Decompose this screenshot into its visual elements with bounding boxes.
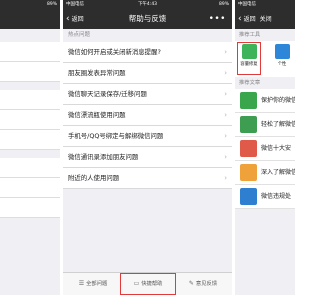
settings-list [0,29,60,295]
highlight-box [120,273,176,295]
question-text: 微信漂流瓶使用问题 [68,111,126,119]
question-text: 朋友圈发表异常问题 [68,69,126,77]
chevron-right-icon: › [224,111,227,119]
article-item[interactable]: 深入了解微信 [235,161,295,185]
section-title: 推荐文章 [239,80,261,86]
person-icon [240,188,257,205]
list-item[interactable] [0,42,60,62]
question-item[interactable]: 微信通讯录添加朋友问题 › [63,147,232,168]
article-item[interactable]: 轻松了解微信 [235,113,295,137]
left-phone-screen: 89% [0,0,60,295]
status-bar: 中国电信 [235,0,295,9]
battery-level: 89% [46,2,57,7]
more-options-icon[interactable]: ••• [209,9,226,29]
nav-bar: ‹ 返回 关闭 [235,9,295,29]
chevron-right-icon: › [224,153,227,161]
battery-level: 89% [218,2,229,7]
question-item[interactable]: 朋友圈发表异常问题 › [63,63,232,84]
list-item[interactable] [0,90,60,110]
chevron-left-icon: ‹ [238,14,242,24]
tool-label: 个性 [277,62,287,67]
tab-label: 全部问题 [86,281,108,287]
back-button[interactable]: ‹ 返回 关闭 [238,9,272,29]
list-item[interactable] [0,158,60,178]
quick-help-screen: 中国电信 ‹ 返回 关闭 推荐工具 容量修复 个性 推荐文章 保护你的微信 轻松了解… [235,0,295,295]
tool-item[interactable]: 个性 [271,44,293,67]
gift-icon [240,140,257,157]
recommended-content: 推荐工具 容量修复 个性 推荐文章 保护你的微信 轻松了解微信 微信十大安 深入… [235,29,295,209]
article-title: 保护你的微信 [261,97,295,104]
question-item[interactable]: 附近的人使用问题 › [63,168,232,189]
list-item[interactable] [0,198,60,218]
status-time: 下午4:43 [137,2,158,7]
carrier-label: 中国电信 [238,2,256,7]
section-title: 热点问题 [63,29,232,42]
article-item[interactable]: 微信十大安 [235,137,295,161]
close-button[interactable]: 关闭 [260,16,272,23]
question-text: 附近的人使用问题 [68,174,120,182]
grid-icon [240,116,257,133]
tools-panel: 容量修复 个性 [235,41,295,77]
article-item[interactable]: 保护你的微信 [235,89,295,113]
question-item[interactable]: 微信如何开启或关闭新消息提醒? › [63,42,232,63]
question-item[interactable]: 手机号/QQ号绑定与解绑微信问题 › [63,126,232,147]
section-title: 推荐工具 [239,32,261,38]
highlight-box [237,42,261,75]
chevron-right-icon: › [224,69,227,77]
page-title: 帮助与反馈 [128,14,167,23]
chevron-right-icon: › [224,174,227,182]
chevron-right-icon: › [224,48,227,56]
list-item[interactable] [0,178,60,198]
chevron-right-icon: › [224,132,227,140]
list-item[interactable] [0,110,60,130]
tab-all-questions[interactable]: ☰ 全部问题 [67,273,119,295]
question-text: 微信聊天记录保存/迁移问题 [68,90,147,98]
question-item[interactable]: 微信漂流瓶使用问题 › [63,105,232,126]
question-text: 微信通讯录添加朋友问题 [68,153,139,161]
edit-icon: ✎ [188,280,194,287]
question-text: 微信如何开启或关闭新消息提醒? [68,48,161,56]
shield-icon [240,92,257,109]
screenshot-stage: 89% 中国电信 下午4:43 89% ‹ 返回 帮助与反馈 ••• 热点问题 … [0,0,295,295]
nav-bar [0,9,60,29]
list-item[interactable] [0,130,60,150]
tab-feedback[interactable]: ✎ 意见反馈 [177,273,229,295]
question-text: 手机号/QQ号绑定与解绑微信问题 [68,132,164,140]
article-title: 微信违规处 [261,193,292,200]
help-feedback-screen: 中国电信 下午4:43 89% ‹ 返回 帮助与反馈 ••• 热点问题 微信如何开… [63,0,232,295]
article-item[interactable]: 微信违规处 [235,185,295,209]
status-bar: 89% [0,0,60,9]
status-bar: 中国电信 下午4:43 89% [63,0,232,9]
article-title: 轻松了解微信 [261,121,295,128]
article-title: 微信十大安 [261,145,292,152]
hot-questions-list: 热点问题 微信如何开启或关闭新消息提醒? › 朋友圈发表异常问题 › 微信聊天记录保… [63,29,232,295]
list-item[interactable] [0,62,60,82]
book-icon [240,164,257,181]
list-icon: ☰ [78,280,85,287]
personal-icon [274,44,290,59]
chevron-right-icon: › [224,90,227,98]
tab-label: 意见反馈 [195,281,218,287]
question-item[interactable]: 微信聊天记录保存/迁移问题 › [63,84,232,105]
back-label: 返回 [243,16,256,23]
article-title: 深入了解微信 [261,169,295,176]
bottom-tab-bar: ☰ 全部问题 ▭ 快捷帮助 ✎ 意见反馈 [63,272,232,295]
nav-bar: ‹ 返回 帮助与反馈 ••• [63,9,232,29]
